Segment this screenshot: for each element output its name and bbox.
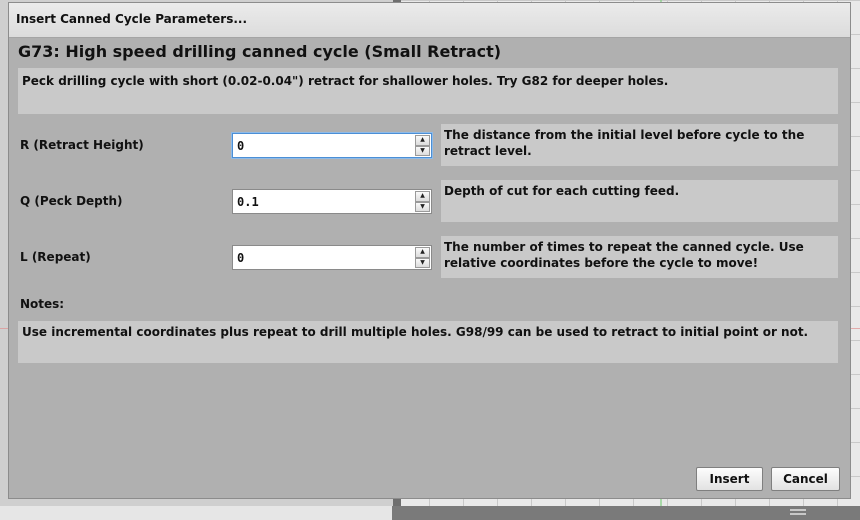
arrow-down-icon[interactable]: ▼	[415, 257, 430, 268]
peck-depth-spinbox[interactable]: ▲ ▼	[232, 189, 432, 214]
arrow-up-icon[interactable]: ▲	[415, 135, 430, 146]
repeat-input[interactable]	[233, 246, 413, 269]
background-status-bar-left	[0, 506, 392, 520]
arrow-up-icon[interactable]: ▲	[415, 191, 430, 202]
insert-button[interactable]: Insert	[696, 467, 763, 491]
arrow-down-icon[interactable]: ▼	[415, 201, 430, 212]
retract-height-help: The distance from the initial level befo…	[441, 124, 838, 166]
retract-height-spinbox[interactable]: ▲ ▼	[232, 133, 432, 158]
cycle-description: Peck drilling cycle with short (0.02-0.0…	[18, 68, 838, 114]
param-label-retract-height: R (Retract Height)	[20, 138, 144, 152]
resize-grip-icon[interactable]	[790, 509, 806, 515]
canned-cycle-dialog: Insert Canned Cycle Parameters... G73: H…	[8, 2, 851, 499]
repeat-spinbox[interactable]: ▲ ▼	[232, 245, 432, 270]
retract-height-input[interactable]	[233, 134, 413, 157]
notes-label: Notes:	[20, 297, 65, 311]
arrow-down-icon[interactable]: ▼	[415, 145, 430, 156]
param-label-repeat: L (Repeat)	[20, 250, 91, 264]
arrow-up-icon[interactable]: ▲	[415, 247, 430, 258]
notes-text: Use incremental coordinates plus repeat …	[18, 321, 838, 363]
repeat-help: The number of times to repeat the canned…	[441, 236, 838, 278]
dialog-titlebar[interactable]: Insert Canned Cycle Parameters...	[9, 3, 850, 38]
cycle-heading: G73: High speed drilling canned cycle (S…	[18, 42, 502, 61]
peck-depth-input[interactable]	[233, 190, 413, 213]
cancel-button[interactable]: Cancel	[771, 467, 840, 491]
peck-depth-help: Depth of cut for each cutting feed.	[441, 180, 838, 222]
dialog-title: Insert Canned Cycle Parameters...	[16, 12, 248, 26]
param-label-peck-depth: Q (Peck Depth)	[20, 194, 123, 208]
